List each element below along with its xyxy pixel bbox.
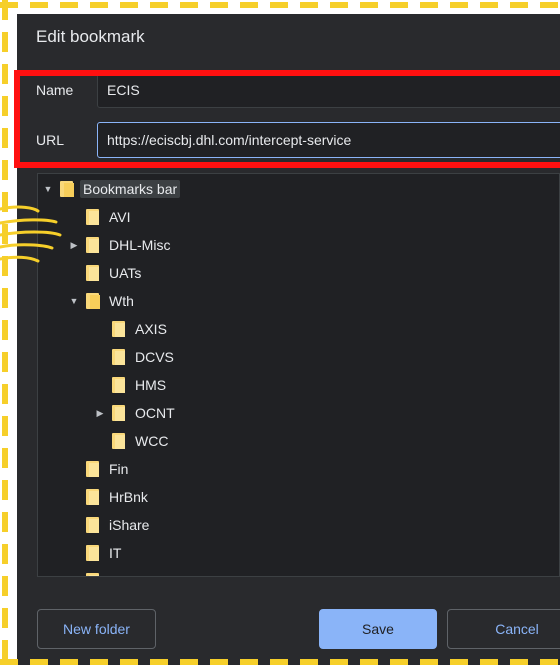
folder-icon <box>86 573 99 576</box>
arrow-spacer <box>94 351 106 363</box>
tree-item-label: Wth <box>109 293 134 309</box>
folder-icon <box>86 209 99 225</box>
tree-item[interactable]: iShare <box>68 514 152 536</box>
folder-icon <box>86 237 99 253</box>
url-label: URL <box>36 132 65 148</box>
folder-icon <box>86 265 99 281</box>
tree-item[interactable]: HrBnk <box>68 486 151 508</box>
tree-item[interactable]: AXIS <box>94 318 170 340</box>
tree-item[interactable]: HMS <box>94 374 169 396</box>
tree-item-label: DHL-Misc <box>109 237 171 253</box>
folder-icon <box>86 489 99 505</box>
tree-item[interactable]: O <box>68 570 123 576</box>
tree-item-label: DCVS <box>135 349 174 365</box>
expand-arrow-icon[interactable]: ▼ <box>42 183 54 195</box>
tree-item[interactable]: ▼ Wth <box>68 290 137 312</box>
folder-icon <box>86 517 99 533</box>
yellow-dashed-border-bottom <box>0 659 560 665</box>
yellow-scribble-mark <box>0 205 62 263</box>
collapse-arrow-icon[interactable]: ▶ <box>94 407 106 419</box>
tree-item[interactable]: AVI <box>68 206 134 228</box>
tree-item[interactable]: WCC <box>94 430 171 452</box>
tree-item-label: UATs <box>109 265 142 281</box>
arrow-spacer <box>68 547 80 559</box>
arrow-spacer <box>68 463 80 475</box>
tree-item-label: HrBnk <box>109 489 148 505</box>
tree-item-label: AVI <box>109 209 131 225</box>
tree-item[interactable]: ▶ DHL-Misc <box>68 234 173 256</box>
tree-item-label: WCC <box>135 433 169 449</box>
name-label: Name <box>36 82 74 98</box>
tree-item[interactable]: DCVS <box>94 346 177 368</box>
folder-icon <box>86 461 99 477</box>
edit-bookmark-dialog: Edit bookmark Name URL ▼ Bookmarks bar AVI… <box>17 14 560 665</box>
folder-icon <box>112 349 125 365</box>
screenshot-stage: Edit bookmark Name URL ▼ Bookmarks bar AVI… <box>0 0 560 665</box>
arrow-spacer <box>68 575 80 576</box>
folder-icon <box>112 405 125 421</box>
folder-icon <box>112 377 125 393</box>
new-folder-button[interactable]: New folder <box>37 609 156 649</box>
arrow-spacer <box>68 491 80 503</box>
yellow-dashed-border-left <box>2 0 8 665</box>
tree-item-label: Fin <box>109 461 129 477</box>
folder-icon <box>86 293 100 309</box>
cancel-button[interactable]: Cancel <box>447 609 560 649</box>
expand-arrow-icon[interactable]: ▼ <box>68 295 80 307</box>
tree-item[interactable]: ▶ OCNT <box>94 402 178 424</box>
dialog-title: Edit bookmark <box>36 27 145 46</box>
arrow-spacer <box>94 435 106 447</box>
tree-item[interactable]: IT <box>68 542 124 564</box>
url-input[interactable] <box>97 122 560 158</box>
tree-item-label: HMS <box>135 377 167 393</box>
tree-item[interactable]: UATs <box>68 262 144 284</box>
tree-item-label: AXIS <box>135 321 167 337</box>
folder-icon <box>112 321 125 337</box>
tree-item-label: OCNT <box>135 405 175 421</box>
arrow-spacer <box>94 379 106 391</box>
tree-item[interactable]: Fin <box>68 458 131 480</box>
tree-item-label: Bookmarks bar <box>80 180 181 198</box>
arrow-spacer <box>94 323 106 335</box>
save-button[interactable]: Save <box>319 609 437 649</box>
tree-item-label: O <box>106 572 123 576</box>
arrow-spacer <box>68 519 80 531</box>
bookmark-folder-tree[interactable]: ▼ Bookmarks bar AVI ▶ DHL-Misc UATs ▼ Wth AXIS DC… <box>37 173 560 577</box>
yellow-dashed-border-top <box>0 2 560 8</box>
tree-item-label: IT <box>109 545 122 561</box>
name-input[interactable] <box>97 72 560 108</box>
folder-icon <box>112 433 125 449</box>
tree-item-label: iShare <box>109 517 150 533</box>
folder-icon <box>86 545 99 561</box>
